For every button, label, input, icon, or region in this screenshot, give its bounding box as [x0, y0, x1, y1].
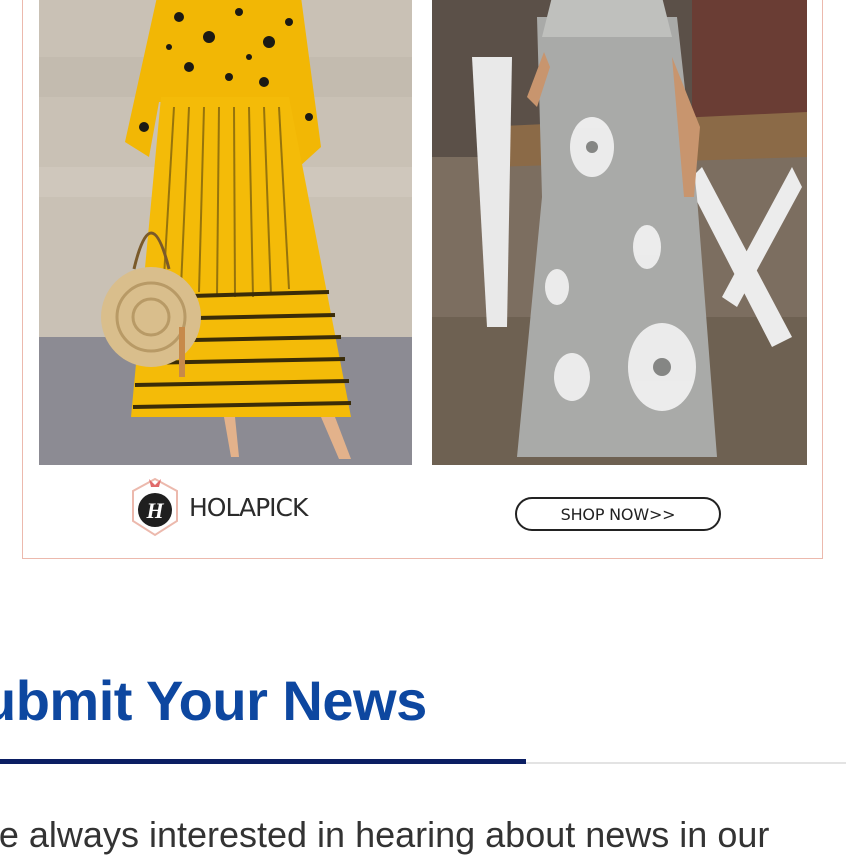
ad-photo-floral-dress[interactable]	[432, 0, 807, 465]
brand-logo-group[interactable]: H HOLAPICK	[129, 477, 308, 537]
logo-letter: H	[145, 498, 164, 523]
yellow-dress-image	[39, 0, 412, 465]
section-title: ubmit Your News	[0, 669, 427, 732]
title-underline-accent	[0, 759, 526, 764]
brand-name: HOLAPICK	[189, 492, 308, 522]
ad-photo-yellow-dress[interactable]	[39, 0, 412, 465]
section-intro-text: e're always interested in hearing about …	[0, 814, 770, 855]
shop-now-button[interactable]: SHOP NOW>>	[515, 497, 721, 531]
holapick-logo-icon: H	[132, 477, 178, 537]
advertisement-banner[interactable]: H HOLAPICK SHOP NOW>>	[22, 0, 823, 559]
floral-dress-image	[432, 0, 807, 465]
